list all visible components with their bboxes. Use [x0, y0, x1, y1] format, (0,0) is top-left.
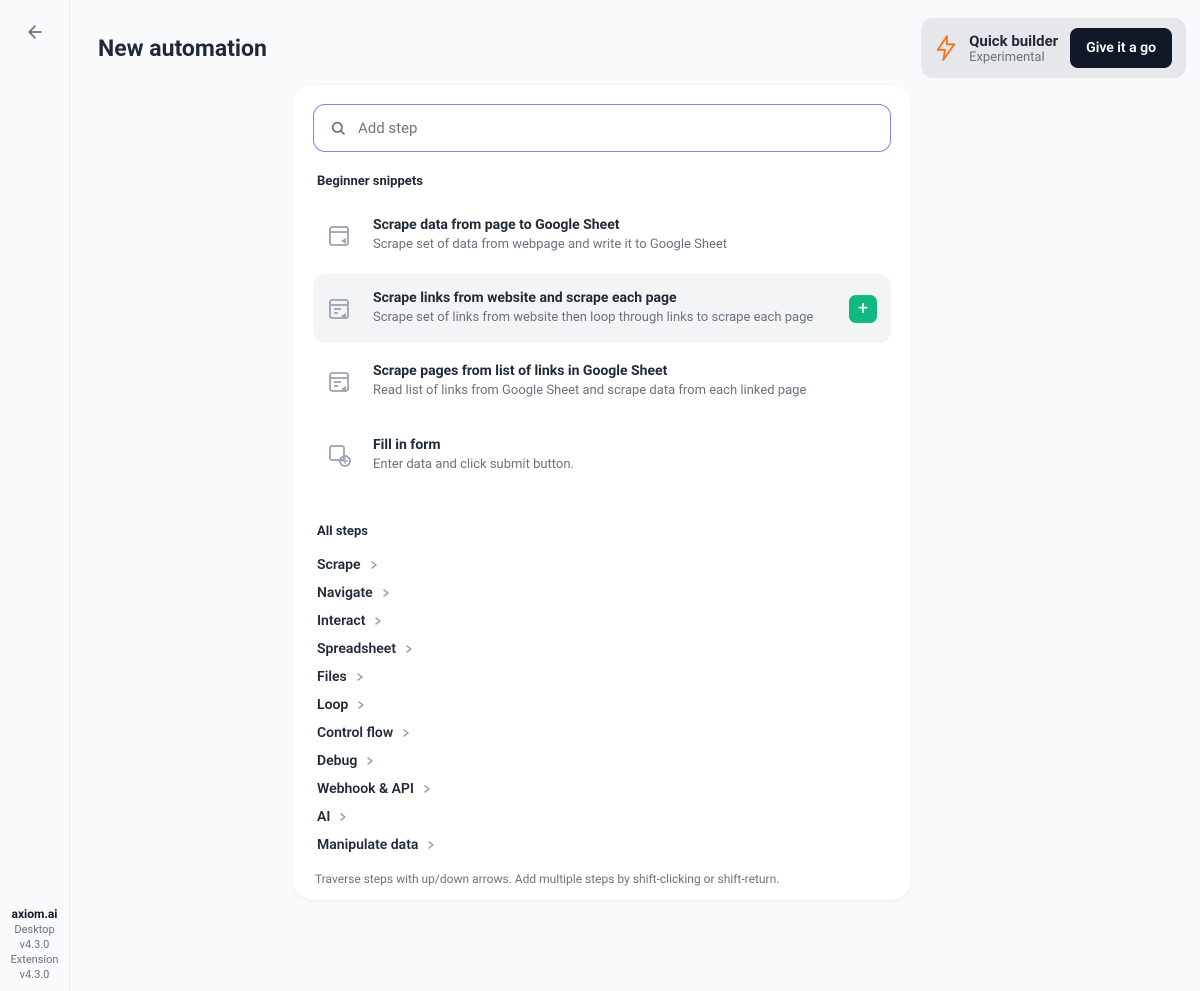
category-label: Scrape	[317, 557, 361, 573]
category-label: Navigate	[317, 585, 373, 601]
back-button[interactable]	[0, 0, 69, 64]
search-input-box[interactable]	[313, 104, 891, 152]
category-item[interactable]: Files	[313, 663, 891, 691]
category-label: Files	[317, 669, 347, 685]
category-item[interactable]: Navigate	[313, 579, 891, 607]
chevron-right-icon	[426, 840, 436, 850]
category-label: AI	[317, 809, 330, 825]
page-list-icon	[327, 370, 351, 394]
section-all-steps: All steps	[317, 524, 891, 539]
snippet-desc: Scrape set of data from webpage and writ…	[373, 236, 877, 254]
extension-version: v4.3.0	[2, 968, 67, 981]
snippet-title: Fill in form	[373, 437, 877, 453]
desktop-version: v4.3.0	[2, 938, 67, 951]
chevron-right-icon	[401, 728, 411, 738]
category-label: Control flow	[317, 725, 393, 741]
chevron-right-icon	[355, 672, 365, 682]
main-panel: Beginner snippets Scrape data from page …	[293, 85, 911, 900]
category-list: Scrape Navigate Interact Spreadsheet Files Lo…	[313, 551, 891, 857]
chevron-right-icon	[365, 756, 375, 766]
category-item[interactable]: Control flow	[313, 719, 891, 747]
footer-hint: Traverse steps with up/down arrows. Add …	[293, 857, 911, 900]
category-label: Loop	[317, 697, 348, 713]
header: New automation Quick builder Experimenta…	[98, 18, 1186, 78]
chevron-right-icon	[422, 784, 432, 794]
quick-builder-title: Quick builder	[969, 32, 1058, 50]
category-item[interactable]: Scrape	[313, 551, 891, 579]
chevron-right-icon	[369, 560, 379, 570]
chevron-right-icon	[373, 616, 383, 626]
category-item[interactable]: AI	[313, 803, 891, 831]
category-item[interactable]: Debug	[313, 747, 891, 775]
snippet-title: Scrape data from page to Google Sheet	[373, 217, 877, 233]
category-item[interactable]: Loop	[313, 691, 891, 719]
extension-label: Extension	[2, 953, 67, 966]
category-item[interactable]: Spreadsheet	[313, 635, 891, 663]
category-item[interactable]: Webhook & API	[313, 775, 891, 803]
sidebar-footer: axiom.ai Desktop v4.3.0 Extension v4.3.0	[0, 897, 69, 991]
page-icon	[327, 224, 351, 248]
snippet-title: Scrape links from website and scrape eac…	[373, 290, 827, 306]
snippet-desc: Enter data and click submit button.	[373, 456, 877, 474]
desktop-label: Desktop	[2, 923, 67, 936]
form-icon	[327, 443, 351, 467]
snippet-desc: Scrape set of links from website then lo…	[373, 309, 827, 327]
arrow-left-icon	[25, 22, 45, 42]
chevron-right-icon	[404, 644, 414, 654]
section-beginner-snippets: Beginner snippets	[317, 174, 891, 189]
search-icon	[330, 120, 346, 136]
chevron-right-icon	[381, 588, 391, 598]
add-step-button[interactable]: +	[849, 295, 877, 323]
category-item[interactable]: Interact	[313, 607, 891, 635]
give-it-a-go-button[interactable]: Give it a go	[1070, 28, 1172, 68]
snippet-scrape-links[interactable]: Scrape links from website and scrape eac…	[313, 274, 891, 343]
snippet-scrape-from-sheet[interactable]: Scrape pages from list of links in Googl…	[313, 347, 891, 416]
quick-builder-box: Quick builder Experimental Give it a go	[921, 18, 1186, 78]
snippet-title: Scrape pages from list of links in Googl…	[373, 363, 877, 379]
chevron-right-icon	[356, 700, 366, 710]
page-list-icon	[327, 297, 351, 321]
category-item[interactable]: Manipulate data	[313, 831, 891, 857]
category-label: Spreadsheet	[317, 641, 396, 657]
sidebar: axiom.ai Desktop v4.3.0 Extension v4.3.0	[0, 0, 70, 991]
lightning-icon	[935, 34, 957, 62]
quick-builder-subtitle: Experimental	[969, 50, 1058, 65]
snippet-desc: Read list of links from Google Sheet and…	[373, 382, 877, 400]
category-label: Interact	[317, 613, 365, 629]
snippet-fill-form[interactable]: Fill in form Enter data and click submit…	[313, 421, 891, 490]
search-input[interactable]	[358, 119, 874, 137]
category-label: Manipulate data	[317, 837, 418, 853]
category-label: Webhook & API	[317, 781, 414, 797]
page-title: New automation	[98, 35, 267, 62]
brand-label: axiom.ai	[2, 907, 67, 921]
chevron-right-icon	[338, 812, 348, 822]
category-label: Debug	[317, 753, 357, 769]
snippet-scrape-to-sheet[interactable]: Scrape data from page to Google Sheet Sc…	[313, 201, 891, 270]
